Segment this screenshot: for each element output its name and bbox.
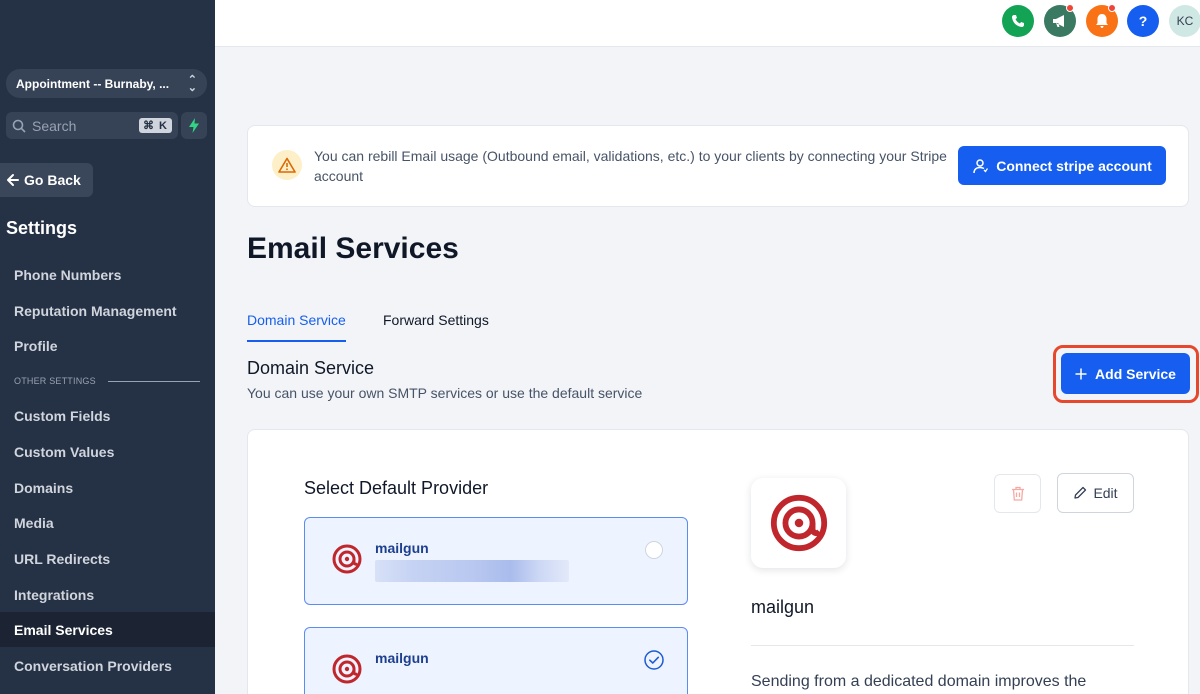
notifications-button[interactable] — [1086, 4, 1118, 37]
sidebar-item-custom-values[interactable]: Custom Values — [0, 434, 215, 469]
providers-card: Select Default Provider mailgun mailgun … — [247, 429, 1189, 694]
divider — [751, 645, 1134, 646]
select-provider-title: Select Default Provider — [304, 478, 489, 498]
arrow-left-icon — [7, 174, 19, 186]
mailgun-logo-icon — [332, 544, 362, 574]
provider-detail-name: mailgun — [751, 597, 815, 617]
tab-domain-service[interactable]: Domain Service — [247, 312, 346, 342]
edit-label: Edit — [1093, 485, 1118, 501]
tab-forward-settings[interactable]: Forward Settings — [383, 312, 489, 342]
edit-button[interactable]: Edit — [1057, 473, 1134, 513]
search-shortcut: ⌘ K — [139, 118, 172, 133]
radio-button[interactable] — [645, 541, 663, 559]
provider-option[interactable]: mailgun — [304, 627, 688, 694]
sidebar-item-profile[interactable]: Profile — [0, 328, 215, 363]
provider-logo — [751, 478, 846, 568]
search-input[interactable]: Search ⌘ K — [6, 112, 178, 139]
add-service-label: Add Service — [1095, 365, 1176, 382]
sidebar-item-label: URL Redirects — [14, 550, 111, 567]
announcements-button[interactable] — [1044, 4, 1076, 37]
notification-dot — [1108, 4, 1116, 12]
sidebar-item-url-redirects[interactable]: URL Redirects — [0, 541, 215, 576]
pencil-icon — [1074, 486, 1087, 499]
search-icon — [12, 119, 26, 133]
trash-icon — [1011, 486, 1024, 501]
avatar-initials: KC — [1176, 14, 1194, 28]
sidebar: Appointment -- Burnaby, ... ⌃ ⌄ Search ⌘ … — [0, 0, 215, 694]
megaphone-icon — [1053, 15, 1064, 27]
sidebar-item-label: Domains — [14, 479, 74, 496]
phone-icon — [1012, 15, 1024, 27]
location-label: Appointment -- Burnaby, ... — [16, 76, 170, 91]
warning-icon — [272, 150, 302, 180]
help-icon: ? — [1138, 13, 1148, 29]
sidebar-item-label: Email Services — [14, 621, 113, 638]
sidebar-item-phone-numbers[interactable]: Phone Numbers — [0, 257, 215, 292]
divider-line — [107, 380, 200, 382]
settings-title: Settings — [6, 218, 78, 238]
sidebar-item-integrations[interactable]: Integrations — [0, 577, 215, 612]
help-button[interactable]: ? — [1127, 5, 1159, 37]
sidebar-item-label: Integrations — [14, 586, 95, 603]
sidebar-item-label: Phone Numbers — [14, 266, 122, 283]
sidebar-item-label: Conversation Providers — [14, 657, 172, 674]
sidebar-item-conversation-providers[interactable]: Conversation Providers — [0, 648, 215, 683]
go-back-button[interactable]: Go Back — [0, 163, 93, 197]
banner-text: You can rebill Email usage (Outbound ema… — [314, 148, 947, 184]
notification-dot — [1066, 4, 1074, 12]
lightning-icon — [189, 118, 199, 133]
mailgun-logo-icon — [332, 654, 362, 684]
provider-name: mailgun — [375, 650, 429, 666]
sidebar-item-custom-fields[interactable]: Custom Fields — [0, 398, 215, 433]
sidebar-item-email-services[interactable]: Email Services — [0, 612, 215, 647]
go-back-label: Go Back — [24, 172, 81, 188]
avatar[interactable]: KC — [1169, 5, 1200, 37]
top-bar: ? KC — [215, 0, 1200, 47]
sidebar-item-label: Reputation Management — [14, 302, 177, 319]
connect-stripe-button[interactable]: Connect stripe account — [958, 146, 1166, 185]
quick-action-button[interactable] — [181, 112, 207, 139]
section-description: You can use your own SMTP services or us… — [247, 385, 643, 401]
sidebar-item-media[interactable]: Media — [0, 505, 215, 540]
tab-label: Forward Settings — [383, 312, 489, 328]
connect-stripe-label: Connect stripe account — [996, 157, 1152, 174]
chevron-up-down-icon: ⌃ ⌄ — [187, 73, 197, 94]
sidebar-item-label: Profile — [14, 337, 58, 354]
search-placeholder: Search — [32, 117, 77, 134]
page-title: Email Services — [247, 232, 459, 265]
sidebar-item-domains[interactable]: Domains — [0, 470, 215, 505]
user-icon — [973, 158, 989, 173]
mailgun-logo-icon — [770, 494, 827, 552]
bell-icon — [1096, 14, 1108, 28]
location-switcher[interactable]: Appointment -- Burnaby, ... ⌃ ⌄ — [6, 69, 207, 98]
provider-name: mailgun — [375, 540, 429, 556]
sidebar-item-label: Custom Values — [14, 443, 115, 460]
plus-icon — [1075, 368, 1087, 379]
stripe-rebilling-banner: You can rebill Email usage (Outbound ema… — [247, 125, 1189, 207]
section-title: Domain Service — [247, 358, 375, 378]
redacted-domain — [375, 560, 569, 582]
sidebar-item-label: Custom Fields — [14, 407, 111, 424]
provider-detail-description: Sending from a dedicated domain improves… — [751, 673, 1087, 690]
add-service-button[interactable]: Add Service — [1061, 353, 1190, 394]
check-circle-icon[interactable] — [644, 650, 664, 670]
phone-button[interactable] — [1002, 5, 1034, 37]
tab-label: Domain Service — [247, 312, 346, 328]
delete-button[interactable] — [994, 474, 1041, 513]
sidebar-item-reputation-management[interactable]: Reputation Management — [0, 293, 215, 328]
other-settings-label: OTHER SETTINGS — [14, 376, 96, 386]
sidebar-item-label: Media — [14, 514, 54, 531]
provider-option[interactable]: mailgun — [304, 517, 688, 605]
other-settings-divider: OTHER SETTINGS — [14, 376, 200, 386]
